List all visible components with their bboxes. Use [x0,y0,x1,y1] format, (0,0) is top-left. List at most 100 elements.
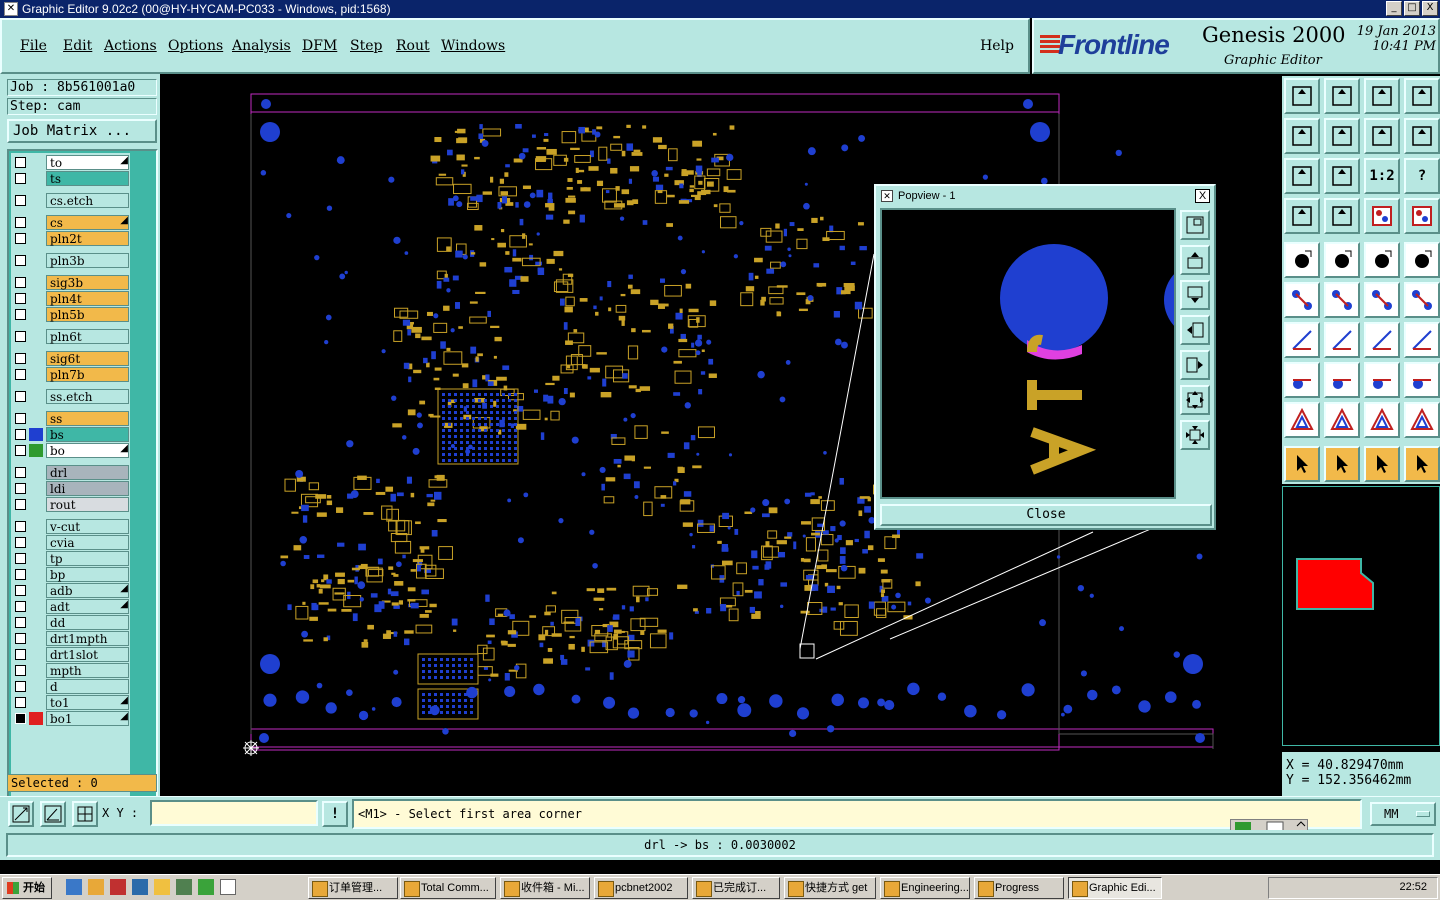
step-route-button[interactable] [1404,118,1440,154]
layer-menu-arrow-icon[interactable]: ◢ [120,583,128,594]
layer-checkbox[interactable] [15,331,26,342]
pointer-diamond-button[interactable] [1364,446,1400,482]
popview-close-icon[interactable]: X [1195,189,1210,203]
taskbar-task[interactable]: Progress [974,877,1064,899]
menu-rout[interactable]: Rout [396,38,430,54]
layer-name[interactable]: sig6t [46,351,129,366]
popview-pan-up-button[interactable] [1180,245,1210,275]
layer-checkbox[interactable] [15,633,26,644]
layer-name[interactable]: pln7b [46,367,129,382]
pointer-button[interactable] [1284,446,1320,482]
menu-edit[interactable]: Edit [63,38,92,54]
snapshot-down-button[interactable] [1324,78,1360,114]
layer-checkbox[interactable] [15,483,26,494]
layer-row-d[interactable]: d [11,679,131,694]
taskbar-task[interactable]: 已完成订... [692,877,780,899]
help-button[interactable]: ? [1404,158,1440,194]
layer-row-v-cut[interactable]: v-cut [11,519,131,534]
grid-view-button[interactable] [1324,198,1360,234]
pointer-box-button[interactable] [1324,446,1360,482]
layer-name[interactable]: cs [46,215,129,230]
layer-name[interactable]: adt [46,599,129,614]
menu-windows[interactable]: Windows [441,38,505,54]
maximize-button[interactable]: □ [1404,1,1420,16]
menu-step[interactable]: Step [350,38,382,54]
taskbar-task[interactable]: 订单管理... [308,877,398,899]
layer-checkbox[interactable] [15,665,26,676]
layer-row-ss[interactable]: ss [11,411,131,426]
add-pad-button[interactable] [1284,242,1320,278]
layer-checkbox[interactable] [15,537,26,548]
layer-row-bp[interactable]: bp [11,567,131,582]
triangle-a-button[interactable] [1284,402,1320,438]
layer-row-to[interactable]: to ◢ [11,155,131,170]
menu-dfm[interactable]: DFM [302,38,337,54]
layer-checkbox[interactable] [15,585,26,596]
layer-checkbox[interactable] [15,353,26,364]
layer-checkbox[interactable] [15,649,26,660]
grid-tool-button[interactable] [72,801,98,827]
layer-checkbox[interactable] [15,157,26,168]
close-button[interactable]: X [1422,1,1438,16]
angle-tool-button[interactable] [1284,322,1320,358]
layer-row-rout[interactable]: rout [11,497,131,512]
connect-nodes-button[interactable] [1284,282,1320,318]
job-matrix-button[interactable]: Job Matrix ... [7,119,157,143]
layer-name[interactable]: drl [46,465,129,480]
tool-x-icon[interactable] [110,879,126,895]
menu-analysis[interactable]: Analysis [232,38,291,54]
monitor-icon[interactable] [132,879,148,895]
layer-checkbox[interactable] [15,255,26,266]
popview-zoom-fit-button[interactable] [1180,210,1210,240]
layer-row-sig3b[interactable]: sig3b [11,275,131,290]
layer-row-cs.etch[interactable]: cs.etch [11,193,131,208]
taskbar-task[interactable]: Graphic Edi... [1068,877,1162,899]
layer-checkbox[interactable] [15,697,26,708]
xy-input[interactable] [150,800,318,826]
start-button[interactable]: 开始 [2,877,52,899]
popview-zoom-in-button[interactable] [1180,385,1210,415]
layer-checkbox[interactable] [15,681,26,692]
layer-row-pln2t[interactable]: pln2t [11,231,131,246]
fit-arrows-button[interactable] [1284,158,1320,194]
layer-checkbox[interactable] [15,601,26,612]
layer-name[interactable]: bp [46,567,129,582]
line-tool-button[interactable] [1324,362,1360,398]
clock-app-icon[interactable] [154,879,170,895]
zoom-right-button[interactable] [1324,118,1360,154]
layout-button[interactable] [1404,78,1440,114]
units-selector[interactable]: MM [1370,802,1436,826]
layer-row-pln6t[interactable]: pln6t [11,329,131,344]
rotate-tool-button[interactable] [1364,322,1400,358]
layer-color-swatch[interactable] [29,712,43,725]
layer-menu-arrow-icon[interactable]: ◢ [120,155,128,166]
desktop-icon[interactable] [66,879,82,895]
zoom-left-button[interactable] [1284,118,1320,154]
layer-row-drt1mpth[interactable]: drt1mpth [11,631,131,646]
taskbar-task[interactable]: 收件箱 - Mi... [500,877,590,899]
taskbar-task[interactable]: Engineering... [880,877,970,899]
layer-name[interactable]: ss.etch [46,389,129,404]
layer-name[interactable]: ts [46,171,129,186]
layer-name[interactable]: cs.etch [46,193,129,208]
layer-checkbox[interactable] [15,173,26,184]
menu-options[interactable]: Options [168,38,223,54]
layer-row-pln3b[interactable]: pln3b [11,253,131,268]
window-icon[interactable] [220,879,236,895]
layer-name[interactable]: rout [46,497,129,512]
layer-row-ldi[interactable]: ldi [11,481,131,496]
pad-dot-button[interactable] [1284,362,1320,398]
layer-checkbox[interactable] [15,617,26,628]
menu-file[interactable]: File [20,38,47,54]
layer-color-swatch[interactable] [29,428,43,441]
layer-row-mpth[interactable]: mpth [11,663,131,678]
add-line-button[interactable] [1324,242,1360,278]
layer-checkbox[interactable] [15,499,26,510]
pointer-snap-button[interactable] [1404,446,1440,482]
layer-name[interactable]: pln3b [46,253,129,268]
layer-name[interactable]: d [46,679,129,694]
layer-name[interactable]: sig3b [46,275,129,290]
layer-name[interactable]: drt1slot [46,647,129,662]
layer-name[interactable]: adb [46,583,129,598]
layer-name[interactable]: bs [46,427,129,442]
